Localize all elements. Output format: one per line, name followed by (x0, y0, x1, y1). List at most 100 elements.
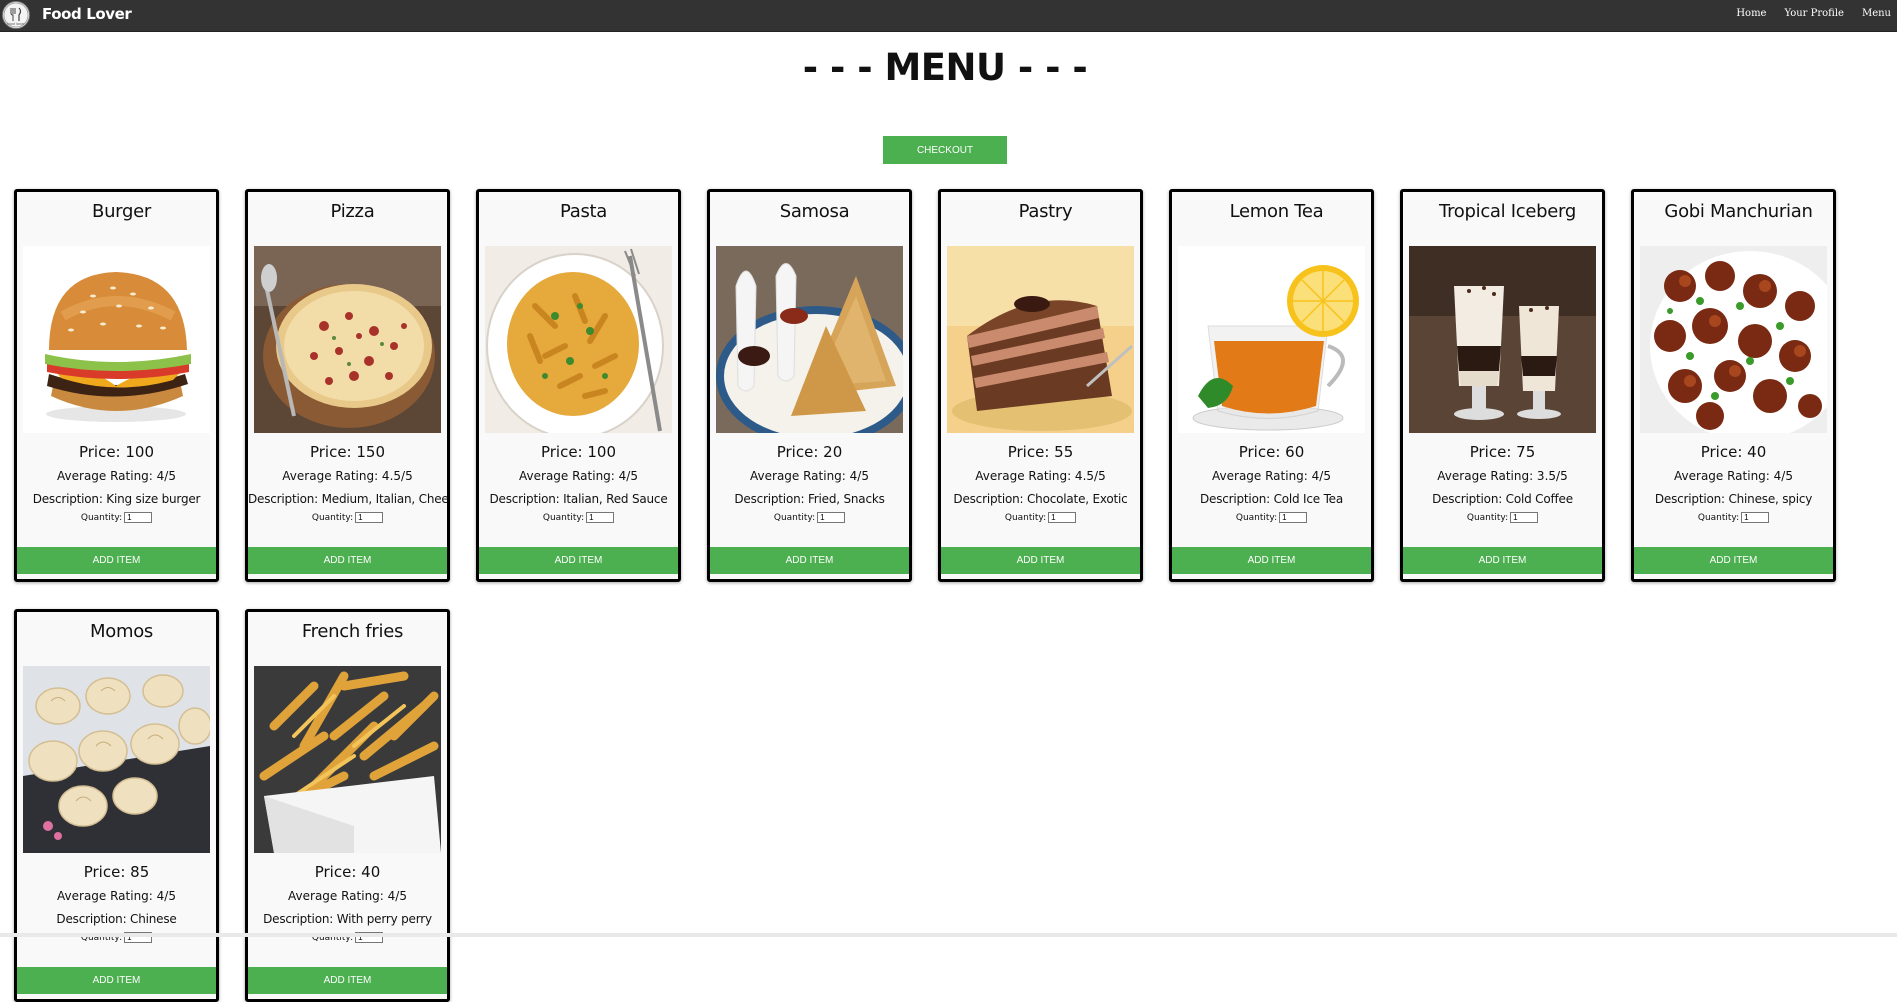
french-fries-image (254, 666, 441, 853)
quantity-row: Quantity: (1403, 512, 1602, 523)
quantity-row: Quantity: (479, 512, 678, 523)
quantity-input[interactable] (124, 512, 153, 523)
top-navbar: food lover Food Lover Home Your Profile … (0, 0, 1897, 32)
add-item-button[interactable]: ADD ITEM (1403, 547, 1602, 574)
menu-card-tropical-iceberg: Tropical Iceberg Price: 75 Average Ratin… (1400, 189, 1605, 582)
item-price: Price: 100 (78, 443, 155, 461)
quantity-row: Quantity: (17, 512, 216, 523)
quantity-label: Quantity: (80, 512, 123, 523)
nav-profile-link[interactable]: Your Profile (1775, 8, 1852, 19)
quantity-row: Quantity: (710, 512, 909, 523)
quantity-input[interactable] (586, 512, 615, 523)
add-item-button[interactable]: ADD ITEM (479, 547, 678, 574)
item-description: Description: Chinese (56, 912, 177, 926)
item-description: Description: Cold Ice Tea (1199, 492, 1344, 506)
quantity-input[interactable] (1510, 512, 1539, 523)
menu-card-pizza: Pizza Price: 150 Average Rating: 4.5/5 D… (245, 189, 450, 582)
quantity-input[interactable] (817, 512, 846, 523)
item-rating: Average Rating: 4/5 (288, 889, 407, 903)
quantity-label: Quantity: (1697, 512, 1740, 523)
add-item-button[interactable]: ADD ITEM (941, 547, 1140, 574)
item-name: French fries (301, 621, 404, 642)
item-rating: Average Rating: 4/5 (1674, 469, 1793, 483)
quantity-label: Quantity: (311, 512, 354, 523)
add-item-button[interactable]: ADD ITEM (17, 547, 216, 574)
add-item-button[interactable]: ADD ITEM (17, 967, 216, 994)
samosa-image (716, 246, 903, 433)
quantity-input[interactable] (1741, 512, 1770, 523)
quantity-label: Quantity: (542, 512, 585, 523)
pasta-image (485, 246, 672, 433)
menu-card-french-fries: French fries Price: 40 Average Rating: 4… (245, 609, 450, 1002)
menu-card-samosa: Samosa Price: 20 Average Rating: 4/5 Des… (707, 189, 912, 582)
item-rating: Average Rating: 4.5/5 (282, 469, 413, 483)
item-description: Description: With perry perry (263, 912, 432, 926)
item-description: Description: Chocolate, Exotic (953, 492, 1128, 506)
quantity-label: Quantity: (773, 512, 816, 523)
item-name: Lemon Tea (1229, 201, 1324, 222)
brand-name[interactable]: Food Lover (42, 5, 132, 23)
cold-coffee-image (1409, 246, 1596, 433)
item-price: Price: 85 (83, 863, 150, 881)
quantity-label: Quantity: (1235, 512, 1278, 523)
nav-links: Home Your Profile Menu (1727, 8, 1893, 19)
item-price: Price: 40 (1700, 443, 1767, 461)
add-item-button[interactable]: ADD ITEM (710, 547, 909, 574)
item-rating: Average Rating: 4.5/5 (975, 469, 1106, 483)
menu-card-pasta: Pasta Price: 100 Average Rating: 4/5 Des… (476, 189, 681, 582)
menu-card-gobi-manchurian: Gobi Manchurian Price: 40 Average Rating… (1631, 189, 1836, 582)
window-bottom-edge (0, 933, 1897, 937)
quantity-input[interactable] (1048, 512, 1077, 523)
item-rating: Average Rating: 4/5 (1212, 469, 1331, 483)
checkout-button[interactable]: CHECKOUT (883, 136, 1007, 164)
menu-card-pastry: Pastry Price: 55 Average Rating: 4.5/5 D… (938, 189, 1143, 582)
pastry-image (947, 246, 1134, 433)
item-name: Pizza (330, 201, 375, 222)
quantity-label: Quantity: (1466, 512, 1509, 523)
item-description: Description: Medium, Italian, Cheezy (248, 492, 450, 506)
add-item-button[interactable]: ADD ITEM (1634, 547, 1833, 574)
item-description: Description: King size burger (32, 492, 201, 506)
item-rating: Average Rating: 3.5/5 (1437, 469, 1568, 483)
item-description: Description: Italian, Red Sauce (489, 492, 668, 506)
item-rating: Average Rating: 4/5 (750, 469, 869, 483)
menu-card-momos: Momos Price: 85 Average Rating: 4/5 Desc… (14, 609, 219, 1002)
item-rating: Average Rating: 4/5 (57, 889, 176, 903)
lemon-tea-image (1178, 246, 1365, 433)
add-item-button[interactable]: ADD ITEM (1172, 547, 1371, 574)
svg-text:food lover: food lover (7, 22, 25, 26)
gobi-manchurian-image (1640, 246, 1827, 433)
burger-image (23, 246, 210, 433)
chef-logo-icon[interactable]: food lover (2, 1, 30, 29)
quantity-row: Quantity: (248, 512, 447, 523)
nav-home-link[interactable]: Home (1727, 8, 1775, 19)
quantity-input[interactable] (355, 512, 384, 523)
item-name: Burger (92, 201, 151, 222)
add-item-button[interactable]: ADD ITEM (248, 547, 447, 574)
item-name: Samosa (779, 201, 850, 222)
item-price: Price: 55 (1007, 443, 1074, 461)
momos-image (23, 666, 210, 853)
item-name: Momos (90, 621, 153, 642)
item-description: Description: Cold Coffee (1432, 492, 1573, 506)
item-name: Pasta (559, 201, 608, 222)
item-name: Pastry (1018, 201, 1073, 222)
menu-card-lemon-tea: Lemon Tea Price: 60 Average Rating: 4/5 … (1169, 189, 1374, 582)
quantity-label: Quantity: (1004, 512, 1047, 523)
quantity-row: Quantity: (941, 512, 1140, 523)
item-rating: Average Rating: 4/5 (57, 469, 176, 483)
nav-menu-link[interactable]: Menu (1853, 8, 1893, 19)
item-price: Price: 60 (1238, 443, 1305, 461)
item-price: Price: 40 (314, 863, 381, 881)
item-price: Price: 150 (309, 443, 386, 461)
page-title: - - - MENU - - - (802, 46, 1088, 89)
quantity-input[interactable] (1279, 512, 1308, 523)
item-name: Gobi Manchurian (1664, 201, 1813, 222)
menu-card-burger: Burger Price: 100 Average Rating: 4/5 De… (14, 189, 219, 582)
quantity-row: Quantity: (1634, 512, 1833, 523)
item-description: Description: Chinese, spicy (1654, 492, 1813, 506)
item-price: Price: 100 (540, 443, 617, 461)
item-price: Price: 75 (1469, 443, 1536, 461)
add-item-button[interactable]: ADD ITEM (248, 967, 447, 994)
item-name: Tropical Iceberg (1439, 201, 1576, 222)
